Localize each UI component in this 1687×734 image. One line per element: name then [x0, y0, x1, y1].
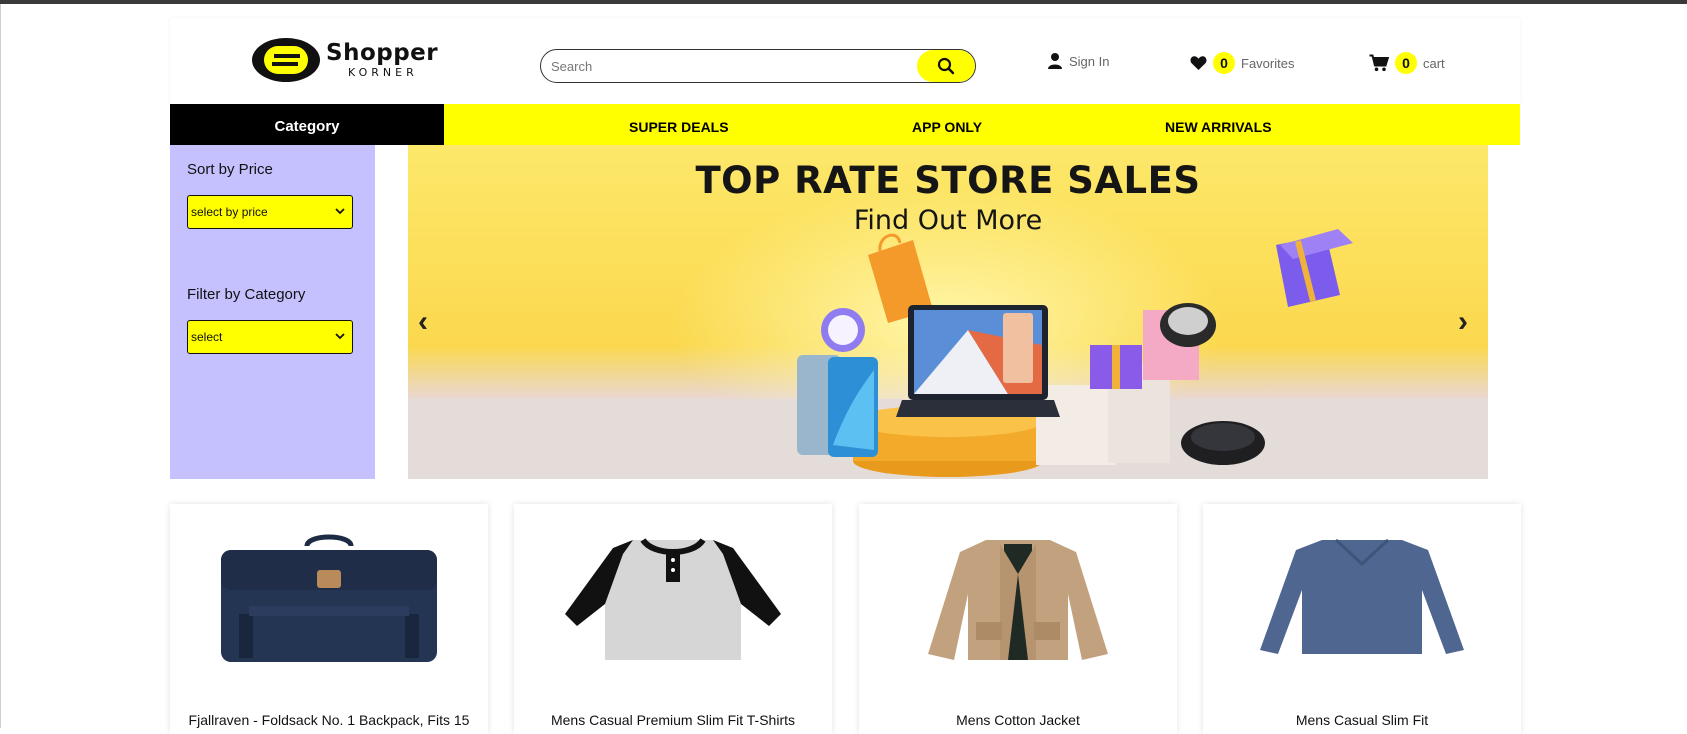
category-select-value: select	[191, 330, 223, 344]
cart-icon	[1369, 54, 1389, 72]
filter-label: Filter by Category	[187, 286, 306, 303]
search-button[interactable]	[917, 50, 975, 82]
cart-link[interactable]: 0 cart	[1369, 52, 1445, 74]
product-card[interactable]: Mens Casual Slim Fit	[1203, 504, 1521, 734]
product-grid: Fjallraven - Foldsack No. 1 Backpack, Fi…	[170, 504, 1521, 734]
signin-link[interactable]: Sign In	[1047, 52, 1109, 70]
nav-link-super-deals[interactable]: SUPER DEALS	[629, 119, 729, 135]
search-input[interactable]	[541, 50, 917, 82]
search-icon	[937, 57, 955, 75]
search-bar	[540, 49, 976, 83]
promo-banner[interactable]: TOP RATE STORE SALES Find Out More ‹ ›	[408, 145, 1488, 479]
product-title: Fjallraven - Foldsack No. 1 Backpack, Fi…	[188, 712, 470, 728]
user-icon	[1048, 53, 1062, 69]
sort-select[interactable]: select by price	[187, 195, 353, 229]
product-image-backpack	[221, 534, 437, 662]
product-title: Mens Cotton Jacket	[956, 712, 1080, 728]
brand-name: Shopper	[326, 40, 439, 66]
favorites-link[interactable]: 0 Favorites	[1190, 52, 1294, 74]
cart-count-badge: 0	[1395, 52, 1417, 74]
logo-badge-icon	[252, 38, 320, 82]
sort-label: Sort by Price	[187, 161, 273, 178]
brand-logo[interactable]: Shopper KORNER	[252, 38, 452, 82]
category-button[interactable]: Category	[170, 104, 444, 145]
product-title: Mens Casual Slim Fit	[1295, 712, 1429, 728]
banner-products-illustration	[797, 229, 1353, 477]
product-image-longsleeve	[1260, 538, 1464, 654]
nav-links: SUPER DEALS APP ONLY NEW ARRIVALS	[444, 104, 1520, 145]
cart-label: cart	[1423, 55, 1445, 71]
product-image-jacket	[928, 540, 1108, 660]
window-left-border	[0, 4, 1, 728]
site-header: Shopper KORNER Sign In 0 Fa	[170, 18, 1520, 104]
category-select[interactable]: select	[187, 320, 353, 354]
favorites-label: Favorites	[1241, 55, 1295, 71]
chevron-down-icon	[335, 333, 345, 340]
product-card[interactable]: Fjallraven - Foldsack No. 1 Backpack, Fi…	[170, 504, 488, 734]
product-image-tshirt	[565, 538, 781, 660]
sort-select-value: select by price	[191, 205, 268, 219]
product-card[interactable]: Mens Cotton Jacket	[859, 504, 1177, 734]
hero-row: Sort by Price select by price Filter by …	[170, 145, 1520, 479]
window-top-border	[0, 0, 1687, 4]
product-title: Mens Casual Premium Slim Fit T-Shirts	[550, 712, 795, 728]
nav-link-app-only[interactable]: APP ONLY	[912, 119, 982, 135]
product-card[interactable]: Mens Casual Premium Slim Fit T-Shirts	[514, 504, 832, 734]
heart-icon	[1190, 56, 1207, 70]
nav-link-new-arrivals[interactable]: NEW ARRIVALS	[1165, 119, 1272, 135]
main-nav: Category SUPER DEALS APP ONLY NEW ARRIVA…	[170, 104, 1520, 145]
filter-sidebar: Sort by Price select by price Filter by …	[170, 145, 375, 479]
banner-next-button[interactable]: ›	[1458, 305, 1468, 339]
page-container: Shopper KORNER Sign In 0 Fa	[170, 18, 1520, 479]
brand-sub: KORNER	[348, 66, 418, 79]
banner-prev-button[interactable]: ‹	[418, 305, 428, 339]
favorites-count-badge: 0	[1213, 52, 1235, 74]
signin-label: Sign In	[1069, 53, 1110, 69]
chevron-down-icon	[335, 208, 345, 215]
